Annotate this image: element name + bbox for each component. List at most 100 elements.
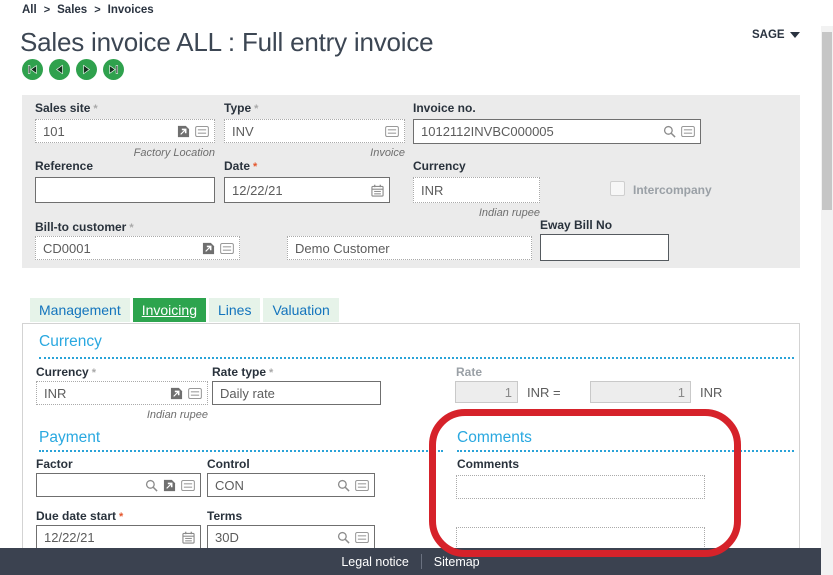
first-record-button[interactable] — [22, 59, 43, 80]
invoicing-tab-panel: Currency Currency * INR Indian rupee Rate… — [22, 323, 800, 575]
type-label: Type * — [224, 101, 259, 115]
calendar-icon[interactable] — [371, 184, 384, 197]
customer-name-value: Demo Customer — [295, 240, 390, 256]
jump-to-record-icon[interactable] — [163, 479, 176, 492]
rate-from-field: 1 — [455, 381, 518, 403]
currency-helper: Indian rupee — [478, 207, 540, 219]
jump-to-record-icon[interactable] — [177, 125, 190, 138]
date-field[interactable]: 12/22/21 — [224, 177, 390, 203]
type-value: INV — [232, 123, 254, 139]
comments-input-1[interactable] — [456, 475, 705, 499]
factor-field[interactable] — [36, 473, 201, 497]
invoice-identity-panel: Sales site * 101 Factory Location Type * I… — [22, 95, 800, 268]
rate-type-field[interactable]: Daily rate — [212, 381, 381, 405]
due-date-start-value: 12/22/21 — [44, 529, 95, 545]
scrollbar-track[interactable] — [821, 26, 833, 575]
type-field[interactable]: INV — [224, 119, 405, 143]
last-record-icon — [109, 65, 119, 74]
invoice-no-label: Invoice no. — [413, 101, 476, 115]
date-value: 12/22/21 — [232, 182, 283, 198]
sitemap-link[interactable]: Sitemap — [434, 555, 480, 569]
control-label: Control — [207, 457, 250, 471]
selection-list-icon[interactable] — [385, 125, 399, 137]
user-menu[interactable]: SAGE — [752, 29, 800, 41]
rate-to-field: 1 — [590, 381, 691, 403]
tab-invoicing[interactable]: Invoicing — [132, 298, 206, 322]
footer-separator — [420, 554, 422, 569]
magnifier-icon[interactable] — [337, 531, 350, 544]
breadcrumb-all[interactable]: All — [22, 4, 37, 16]
invoice-no-value: 1012112INVBC000005 — [421, 124, 554, 139]
caret-down-icon — [789, 32, 800, 38]
due-date-start-label: Due date start * — [36, 509, 124, 523]
selection-list-icon[interactable] — [195, 125, 209, 137]
tab-bar: Management Invoicing Lines Valuation — [30, 298, 339, 322]
sales-invoice-page: All > Sales > Invoices SAGE Sales invoic… — [0, 0, 833, 575]
reference-label: Reference — [35, 159, 94, 173]
breadcrumb-separator: > — [43, 4, 51, 16]
selection-list-icon[interactable] — [355, 531, 369, 543]
control-value: CON — [215, 477, 244, 493]
next-record-icon — [83, 64, 90, 75]
jump-to-record-icon[interactable] — [202, 242, 215, 255]
tab-lines[interactable]: Lines — [208, 298, 261, 322]
breadcrumb: All > Sales > Invoices — [22, 4, 154, 16]
payment-section-heading: Payment — [39, 429, 101, 446]
due-date-start-field[interactable]: 12/22/21 — [36, 525, 201, 549]
rate-to-value: 1 — [677, 384, 685, 400]
last-record-button[interactable] — [103, 59, 124, 80]
jump-to-record-icon[interactable] — [170, 387, 183, 400]
reference-field[interactable] — [35, 177, 215, 203]
selection-list-icon[interactable] — [220, 242, 234, 254]
breadcrumb-invoices[interactable]: Invoices — [108, 4, 154, 16]
control-field[interactable]: CON — [207, 473, 375, 497]
bill-to-customer-field[interactable]: CD0001 — [35, 236, 240, 260]
invoice-no-field[interactable]: 1012112INVBC000005 — [413, 119, 701, 144]
next-record-button[interactable] — [76, 59, 97, 80]
magnifier-icon[interactable] — [337, 479, 350, 492]
breadcrumb-separator: > — [94, 4, 101, 16]
comments-section-divider — [457, 450, 794, 452]
intercompany-checkbox — [610, 181, 625, 196]
customer-name-field[interactable]: Demo Customer — [287, 236, 532, 260]
tab-valuation[interactable]: Valuation — [263, 298, 339, 322]
bill-to-customer-label: Bill-to customer * — [35, 220, 134, 234]
rate-type-value: Daily rate — [220, 385, 275, 401]
magnifier-icon[interactable] — [663, 125, 676, 138]
currency-tab-field[interactable]: INR — [36, 381, 208, 405]
currency-field[interactable]: INR — [413, 177, 540, 203]
record-navigation — [22, 59, 124, 80]
selection-list-icon[interactable] — [188, 387, 202, 399]
calendar-icon[interactable] — [182, 531, 195, 544]
sales-site-field[interactable]: 101 — [35, 119, 215, 143]
tab-management[interactable]: Management — [30, 298, 130, 322]
selection-list-icon[interactable] — [181, 479, 195, 491]
rate-type-label: Rate type * — [212, 365, 274, 379]
currency-tab-label: Currency * — [36, 365, 96, 379]
footer: Legal notice Sitemap — [0, 548, 821, 575]
date-label: Date * — [224, 159, 258, 173]
selection-list-icon[interactable] — [355, 479, 369, 491]
terms-field[interactable]: 30D — [207, 525, 375, 549]
currency-label: Currency — [413, 159, 466, 173]
currency-tab-helper: Indian rupee — [146, 409, 208, 421]
user-menu-label: SAGE — [752, 29, 785, 41]
factor-label: Factor — [36, 457, 73, 471]
currency-section-heading: Currency — [39, 333, 102, 350]
selection-list-icon[interactable] — [681, 126, 695, 137]
type-helper: Invoice — [370, 147, 405, 159]
previous-record-icon — [56, 64, 63, 75]
previous-record-button[interactable] — [49, 59, 70, 80]
rate-label: Rate — [456, 365, 483, 379]
terms-label: Terms — [207, 509, 243, 523]
legal-notice-link[interactable]: Legal notice — [341, 555, 408, 569]
rate-to-unit-label: INR — [700, 385, 723, 400]
breadcrumb-sales[interactable]: Sales — [57, 4, 87, 16]
magnifier-icon[interactable] — [145, 479, 158, 492]
scrollbar-thumb[interactable] — [822, 32, 832, 210]
intercompany-label: Intercompany — [633, 183, 712, 197]
first-record-icon — [27, 65, 37, 74]
eway-bill-no-field[interactable] — [540, 234, 669, 261]
page-title: Sales invoice ALL : Full entry invoice — [20, 27, 434, 57]
sales-site-value: 101 — [43, 123, 65, 139]
